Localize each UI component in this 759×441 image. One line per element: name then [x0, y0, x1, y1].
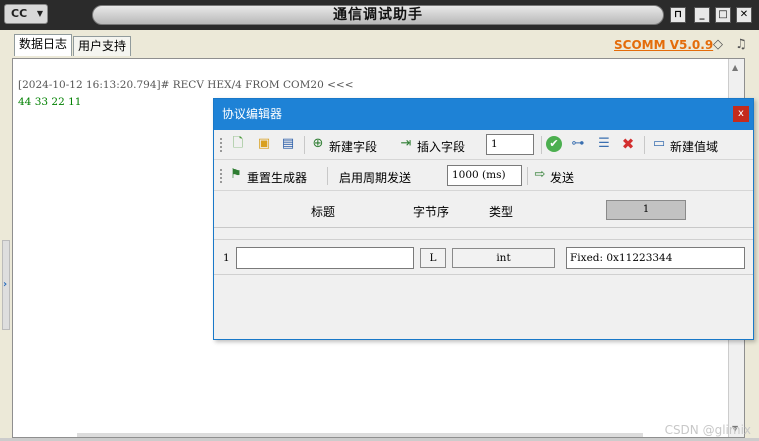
chevron-right-icon: ›: [3, 279, 8, 290]
insert-field-button[interactable]: 插入字段: [417, 138, 465, 155]
tab-bar: 数据日志 用户支持 SCOMM V5.0.9 ◇ ♫: [0, 30, 759, 58]
log-line: 44 33 22 11: [18, 96, 82, 108]
dialog-close-button[interactable]: x: [733, 106, 749, 122]
field-value-input[interactable]: Fixed: 0x11223344: [566, 247, 745, 269]
toolbar-grip[interactable]: [220, 138, 223, 152]
tree-add-icon[interactable]: ⊶: [570, 136, 586, 152]
type-button[interactable]: int: [452, 248, 555, 268]
type-column-header: 类型: [489, 205, 514, 219]
bell-icon[interactable]: ♫: [733, 37, 749, 53]
count-input[interactable]: 1: [486, 134, 534, 155]
delete-icon[interactable]: ✖: [620, 136, 636, 152]
page-button[interactable]: 1: [606, 200, 686, 220]
toolbar-separator: [327, 167, 328, 185]
app-window: CC ▼ 通信调试助手 ⊓ _ □ ✕ 数据日志 用户支持 SCOMM V5.0…: [0, 0, 759, 441]
side-panel-handle[interactable]: ›: [2, 240, 10, 330]
horizontal-scrollbar[interactable]: [77, 433, 643, 437]
version-link[interactable]: SCOMM V5.0.9: [614, 38, 713, 52]
new-value-domain-button[interactable]: 新建值域: [670, 138, 718, 155]
toolbar-primary: 🗋 ▣ ▤ ⊕ 新建字段 ⇥ 插入字段 1 ✔ ⊶ ☰ ✖ ▭ 新建值域: [214, 130, 753, 160]
chevron-down-icon: ▼: [36, 9, 43, 18]
send-icon[interactable]: ⇨: [532, 167, 548, 183]
toolbar-secondary: ⚑ 重置生成器 启用周期发送 1000 (ms) ⇨ 发送: [214, 161, 753, 191]
toolbar-grip[interactable]: [220, 169, 223, 183]
table-row: 1 L int Fixed: 0x11223344: [214, 239, 753, 275]
app-menu-button[interactable]: CC ▼: [4, 4, 48, 24]
insert-field-icon[interactable]: ⇥: [398, 136, 414, 152]
new-value-domain-icon[interactable]: ▭: [651, 136, 667, 152]
app-logo: CC: [11, 7, 28, 20]
reset-generator-button[interactable]: 重置生成器: [247, 169, 307, 186]
window-title: 通信调试助手: [92, 5, 664, 25]
field-title-input[interactable]: [236, 247, 414, 269]
close-button[interactable]: ✕: [736, 7, 752, 23]
list-edit-icon[interactable]: ☰: [596, 136, 612, 152]
period-input[interactable]: 1000 (ms): [447, 165, 522, 186]
watermark: CSDN @glimix: [664, 423, 751, 437]
toolbar-separator: [541, 136, 542, 154]
new-field-button[interactable]: 新建字段: [329, 138, 377, 155]
field-table-header: 标题 字节序 类型 1: [214, 192, 753, 228]
new-file-icon[interactable]: 🗋: [230, 136, 246, 152]
flag-icon[interactable]: ⚑: [228, 167, 244, 183]
byte-order-column-header: 字节序: [413, 205, 450, 219]
send-button[interactable]: 发送: [550, 169, 574, 186]
log-line: [2024-10-12 16:13:20.794]# RECV HEX/4 FR…: [18, 79, 354, 91]
pin-icon[interactable]: ⊓: [670, 7, 686, 23]
row-index: 1: [223, 252, 230, 264]
save-icon[interactable]: ▤: [280, 136, 296, 152]
toolbar-separator: [527, 167, 528, 185]
toolbar-separator: [304, 136, 305, 154]
minimize-button[interactable]: _: [694, 7, 710, 23]
check-icon[interactable]: ✔: [546, 136, 562, 152]
open-folder-icon[interactable]: ▣: [256, 136, 272, 152]
tab-data-log[interactable]: 数据日志: [14, 34, 73, 56]
dialog-title: 协议编辑器: [214, 99, 753, 130]
title-bar: CC ▼ 通信调试助手 ⊓ _ □ ✕: [0, 0, 759, 30]
protocol-editor-dialog: 协议编辑器 x 🗋 ▣ ▤ ⊕ 新建字段 ⇥ 插入字段 1 ✔ ⊶ ☰ ✖ ▭ …: [213, 98, 754, 340]
byte-order-button[interactable]: L: [420, 248, 446, 268]
title-column-header: 标题: [311, 205, 336, 219]
toolbar-separator: [644, 136, 645, 154]
tab-user-support[interactable]: 用户支持: [73, 36, 132, 56]
new-field-icon[interactable]: ⊕: [310, 136, 326, 152]
scroll-up-icon[interactable]: ▲: [732, 63, 738, 72]
diamond-icon[interactable]: ◇: [710, 37, 726, 53]
maximize-button[interactable]: □: [715, 7, 731, 23]
enable-periodic-send-toggle[interactable]: 启用周期发送: [339, 169, 411, 186]
